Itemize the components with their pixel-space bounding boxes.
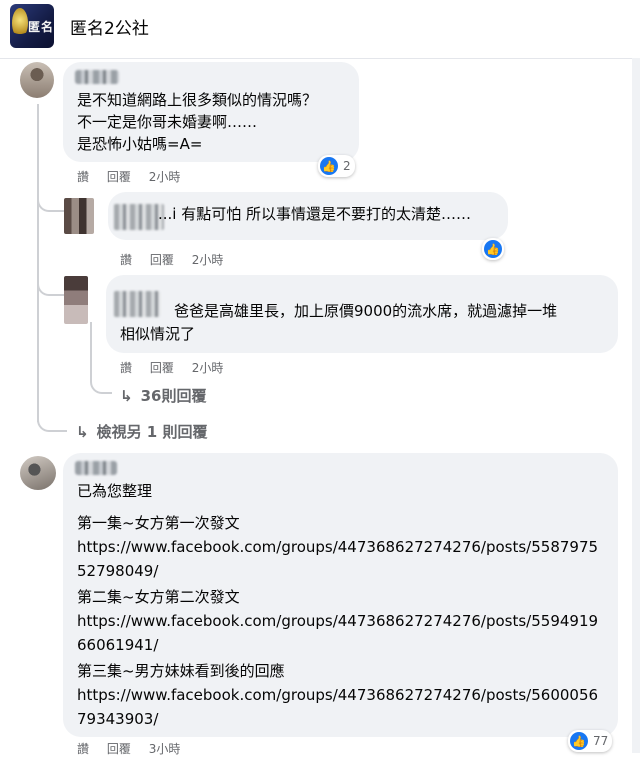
reply-button[interactable]: 回覆 <box>107 742 131 756</box>
comment-bubble: 已為您整理 第一集~女方第一次發文 https://www.facebook.c… <box>63 453 618 737</box>
reaction-summary[interactable]: 👍 77 <box>568 730 613 752</box>
reply-actions: 讚 回覆 2小時 <box>120 251 237 268</box>
replier-name-redacted[interactable] <box>114 291 160 317</box>
reply-bubble: 爸爸是高雄里長，加上原價9000的流水席，就過濾掉一堆 相似情況了 <box>106 275 618 353</box>
thread-branch <box>37 400 67 432</box>
reply-line: 相似情況了 <box>120 325 196 343</box>
comment-actions: 讚 回覆 3小時 <box>77 740 194 757</box>
like-button[interactable]: 讚 <box>77 170 89 184</box>
view-more-replies-label: 檢視另 1 則回覆 <box>96 423 208 441</box>
replier-avatar[interactable] <box>64 198 94 234</box>
episode-link[interactable]: https://www.facebook.com/groups/44736862… <box>77 683 607 731</box>
like-button[interactable]: 讚 <box>77 742 89 756</box>
episode-title: 第二集~女方第二次發文 <box>77 588 240 606</box>
like-thumb-icon: 👍 <box>484 240 502 258</box>
reaction-count: 77 <box>593 734 609 748</box>
comment-timestamp[interactable]: 2小時 <box>149 170 181 184</box>
comment-bubble: 是不知道網路上很多類似的情況嗎？ 不一定是你哥未婚妻啊…… 是恐怖小姑嗎=A= <box>63 62 359 162</box>
reaction-summary[interactable]: 👍 2 <box>318 155 355 177</box>
comment-line: 是恐怖小姑嗎=A= <box>77 135 203 153</box>
commenter-name-redacted[interactable] <box>75 461 117 475</box>
episode-link[interactable]: https://www.facebook.com/groups/44736862… <box>77 609 607 657</box>
commenter-name-redacted[interactable] <box>75 70 119 84</box>
group-header: 匿名 匿名2公社 <box>0 0 640 59</box>
reply-timestamp[interactable]: 2小時 <box>192 361 224 375</box>
view-replies-link[interactable]: ↳ 36則回覆 <box>120 385 206 406</box>
episode-link[interactable]: https://www.facebook.com/groups/44736862… <box>77 535 607 583</box>
view-replies-label: 36則回覆 <box>140 387 207 405</box>
thread-line <box>37 104 39 422</box>
logo-mask-graphic <box>12 8 28 38</box>
group-logo[interactable]: 匿名 <box>10 4 54 48</box>
reply-text: ...i 有點可怕 所以事情還是不要打的太清楚…… <box>158 205 472 223</box>
reply-arrow-icon: ↳ <box>76 423 89 441</box>
thread-branch <box>37 270 65 296</box>
thread-line <box>90 322 92 377</box>
reply-arrow-icon: ↳ <box>120 387 133 405</box>
comment-timestamp[interactable]: 3小時 <box>149 742 181 756</box>
comment-line: 不一定是你哥未婚妻啊…… <box>77 113 258 131</box>
reply-bubble: ...i 有點可怕 所以事情還是不要打的太清楚…… <box>108 192 508 240</box>
logo-text: 匿名 <box>28 20 54 34</box>
reply-button[interactable]: 回覆 <box>107 170 131 184</box>
like-thumb-icon: 👍 <box>320 157 338 175</box>
comment-actions: 讚 回覆 2小時 <box>77 168 194 185</box>
commenter-avatar[interactable] <box>20 62 54 98</box>
episode-title: 第三集~男方妹妹看到後的回應 <box>77 662 285 680</box>
view-more-replies-link[interactable]: ↳ 檢視另 1 則回覆 <box>76 421 207 442</box>
group-name[interactable]: 匿名2公社 <box>70 14 149 39</box>
reply-actions: 讚 回覆 2小時 <box>120 359 237 376</box>
episode-title: 第一集~女方第一次發文 <box>77 514 240 532</box>
like-button[interactable]: 讚 <box>120 361 132 375</box>
thread-branch <box>37 184 65 212</box>
reply-button[interactable]: 回覆 <box>150 361 174 375</box>
comment-line: 是不知道網路上很多類似的情況嗎？ <box>77 91 318 109</box>
replier-name-redacted[interactable] <box>114 204 164 230</box>
reaction-summary[interactable]: 👍 <box>482 238 504 260</box>
thread-branch <box>90 370 112 394</box>
reaction-count: 2 <box>343 159 351 173</box>
reply-line: 爸爸是高雄里長，加上原價9000的流水席，就過濾掉一堆 <box>174 302 558 320</box>
like-thumb-icon: 👍 <box>570 732 588 750</box>
comment-intro: 已為您整理 <box>77 482 153 500</box>
reply-button[interactable]: 回覆 <box>150 253 174 267</box>
reply-timestamp[interactable]: 2小時 <box>192 253 224 267</box>
scrollbar[interactable] <box>632 58 640 753</box>
like-button[interactable]: 讚 <box>120 253 132 267</box>
commenter-avatar[interactable] <box>20 456 56 490</box>
replier-avatar[interactable] <box>64 276 88 324</box>
